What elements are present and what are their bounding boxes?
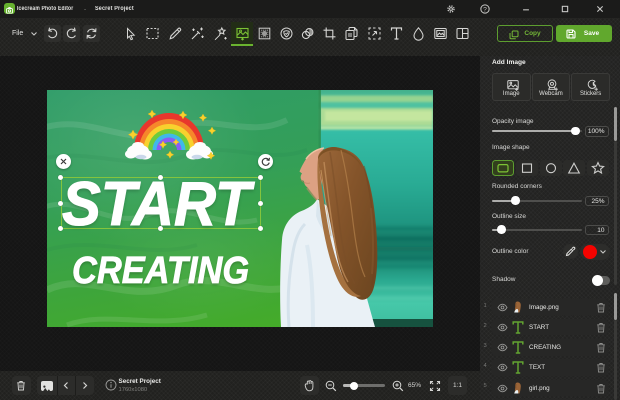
svg-text:?: ? (483, 6, 487, 13)
